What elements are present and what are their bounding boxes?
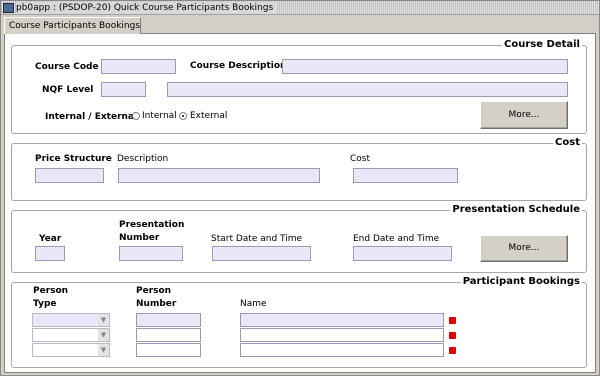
person-type-combo[interactable]: ▼ <box>32 328 110 342</box>
app-window: pb0app : (PSDOP-20) Quick Course Partici… <box>0 0 600 376</box>
person-type-label-1: Person <box>33 286 69 296</box>
window-title: pb0app : (PSDOP-20) Quick Course Partici… <box>16 2 277 14</box>
participant-name-field[interactable] <box>240 328 444 342</box>
nqf-level-label: NQF Level <box>42 85 94 95</box>
presentation-more-button[interactable]: More... <box>480 235 568 262</box>
cost-field[interactable] <box>353 168 458 183</box>
course-detail-title: Course Detail <box>502 39 582 50</box>
main-panel: Course Detail Course Code Course Descrip… <box>4 33 596 373</box>
participant-bookings-frame: Participant Bookings Person Type Person … <box>11 276 587 368</box>
internal-radio-label: Internal <box>142 111 177 121</box>
tab-course-participants-bookings[interactable]: Course Participants Bookings <box>4 17 141 34</box>
person-type-combo[interactable]: ▼ <box>32 343 110 357</box>
course-detail-frame: Course Detail Course Code Course Descrip… <box>11 39 587 134</box>
person-type-combo[interactable]: ▼ <box>32 313 110 327</box>
external-radio[interactable] <box>179 112 187 120</box>
nqf-level-description-field[interactable] <box>167 82 568 97</box>
presentation-number-label-1: Presentation <box>119 220 185 230</box>
presentation-schedule-title: Presentation Schedule <box>450 204 582 215</box>
cost-label: Cost <box>350 154 371 164</box>
year-input[interactable] <box>35 246 65 261</box>
internal-radio[interactable] <box>132 112 140 120</box>
required-indicator-icon <box>449 317 456 324</box>
chevron-down-icon[interactable]: ▼ <box>98 344 109 356</box>
person-number-input[interactable] <box>136 343 201 357</box>
course-description-field[interactable] <box>282 59 568 74</box>
presentation-number-input[interactable] <box>119 246 183 261</box>
course-description-label: Course Description <box>190 61 287 71</box>
participant-bookings-title: Participant Bookings <box>460 276 582 287</box>
end-date-field[interactable] <box>353 246 452 261</box>
cost-frame: Cost Price Structure Description Cost <box>11 137 587 201</box>
person-type-label-2: Type <box>33 299 57 309</box>
cost-title: Cost <box>553 137 582 148</box>
end-date-label: End Date and Time <box>353 234 440 244</box>
person-number-input[interactable] <box>136 313 201 327</box>
required-indicator-icon <box>449 347 456 354</box>
app-icon <box>3 3 14 13</box>
description-label: Description <box>117 154 169 164</box>
course-code-input[interactable] <box>101 59 176 74</box>
title-bar: pb0app : (PSDOP-20) Quick Course Partici… <box>1 1 599 15</box>
chevron-down-icon[interactable]: ▼ <box>98 329 109 341</box>
course-more-button[interactable]: More... <box>480 101 568 129</box>
year-label: Year <box>39 234 62 244</box>
price-structure-label: Price Structure <box>35 154 112 164</box>
start-date-label: Start Date and Time <box>211 234 303 244</box>
participant-name-field[interactable] <box>240 343 444 357</box>
nqf-level-input[interactable] <box>101 82 146 97</box>
presentation-number-label-2: Number <box>119 233 160 243</box>
participant-name-field[interactable] <box>240 313 444 327</box>
price-description-field[interactable] <box>118 168 320 183</box>
start-date-field[interactable] <box>212 246 311 261</box>
chevron-down-icon[interactable]: ▼ <box>98 314 109 326</box>
presentation-schedule-frame: Presentation Schedule Year Presentation … <box>11 204 587 273</box>
person-number-label-1: Person <box>136 286 172 296</box>
person-number-label-2: Number <box>136 299 177 309</box>
name-column-label: Name <box>240 299 267 309</box>
required-indicator-icon <box>449 332 456 339</box>
person-number-input[interactable] <box>136 328 201 342</box>
internal-external-label: Internal / External <box>45 112 138 122</box>
price-structure-input[interactable] <box>35 168 104 183</box>
course-code-label: Course Code <box>35 62 99 72</box>
external-radio-label: External <box>190 111 228 121</box>
